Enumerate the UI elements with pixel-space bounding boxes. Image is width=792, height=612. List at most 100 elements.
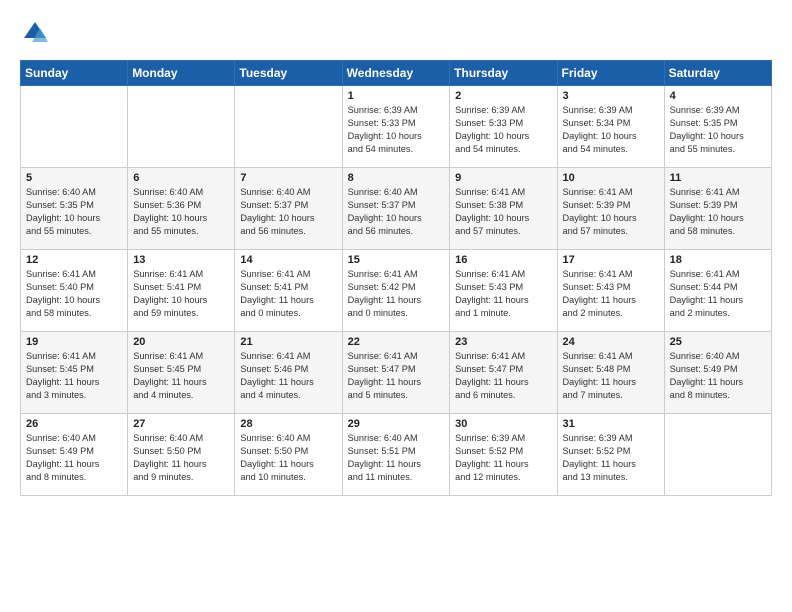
weekday-header-row: SundayMondayTuesdayWednesdayThursdayFrid… [21, 61, 772, 86]
day-info: Sunrise: 6:40 AM Sunset: 5:49 PM Dayligh… [670, 350, 766, 402]
day-number: 21 [240, 336, 336, 348]
calendar-cell: 10 Sunrise: 6:41 AM Sunset: 5:39 PM Dayli… [557, 168, 664, 250]
calendar-week-2: 5Sunrise: 6:40 AM Sunset: 5:35 PM Daylig… [21, 168, 772, 250]
weekday-header-saturday: Saturday [664, 61, 771, 86]
weekday-header-wednesday: Wednesday [342, 61, 450, 86]
weekday-header-tuesday: Tuesday [235, 61, 342, 86]
day-number: 16 [455, 254, 551, 266]
day-info: Sunrise: 6:40 AM Sunset: 5:49 PM Dayligh… [26, 432, 122, 484]
page: SundayMondayTuesdayWednesdayThursdayFrid… [0, 0, 792, 506]
day-number: 17 [563, 254, 659, 266]
calendar-cell: 12Sunrise: 6:41 AM Sunset: 5:40 PM Dayli… [21, 250, 128, 332]
day-number: 14 [240, 254, 336, 266]
day-number: 15 [348, 254, 445, 266]
day-number: 10 [563, 172, 659, 184]
day-info: Sunrise: 6:40 AM Sunset: 5:35 PM Dayligh… [26, 186, 122, 238]
calendar-cell: 21 Sunrise: 6:41 AM Sunset: 5:46 PM Dayli… [235, 332, 342, 414]
day-number: 24 [563, 336, 659, 348]
day-info: Sunrise: 6:40 AM Sunset: 5:50 PM Dayligh… [240, 432, 336, 484]
day-info: Sunrise: 6:41 AM Sunset: 5:45 PM Dayligh… [26, 350, 122, 402]
day-number: 26 [26, 418, 122, 430]
calendar-cell: 30 Sunrise: 6:39 AM Sunset: 5:52 PM Dayli… [450, 414, 557, 496]
day-number: 18 [670, 254, 766, 266]
calendar-cell: 28 Sunrise: 6:40 AM Sunset: 5:50 PM Dayli… [235, 414, 342, 496]
day-number: 6 [133, 172, 229, 184]
day-info: Sunrise: 6:41 AM Sunset: 5:43 PM Dayligh… [563, 268, 659, 320]
day-number: 3 [563, 90, 659, 102]
day-info: Sunrise: 6:41 AM Sunset: 5:44 PM Dayligh… [670, 268, 766, 320]
day-number: 27 [133, 418, 229, 430]
calendar-cell: 2 Sunrise: 6:39 AM Sunset: 5:33 PM Daylig… [450, 86, 557, 168]
calendar-cell: 31Sunrise: 6:39 AM Sunset: 5:52 PM Dayli… [557, 414, 664, 496]
day-number: 22 [348, 336, 445, 348]
weekday-header-monday: Monday [128, 61, 235, 86]
day-number: 19 [26, 336, 122, 348]
weekday-header-thursday: Thursday [450, 61, 557, 86]
calendar-cell: 15Sunrise: 6:41 AM Sunset: 5:42 PM Dayli… [342, 250, 450, 332]
day-number: 23 [455, 336, 551, 348]
calendar-cell [664, 414, 771, 496]
calendar-cell: 18 Sunrise: 6:41 AM Sunset: 5:44 PM Dayli… [664, 250, 771, 332]
day-number: 28 [240, 418, 336, 430]
day-info: Sunrise: 6:39 AM Sunset: 5:35 PM Dayligh… [670, 104, 766, 156]
header [20, 18, 772, 48]
day-info: Sunrise: 6:41 AM Sunset: 5:47 PM Dayligh… [348, 350, 445, 402]
day-info: Sunrise: 6:39 AM Sunset: 5:34 PM Dayligh… [563, 104, 659, 156]
calendar-cell: 26 Sunrise: 6:40 AM Sunset: 5:49 PM Dayli… [21, 414, 128, 496]
logo [20, 18, 54, 48]
calendar-week-5: 26 Sunrise: 6:40 AM Sunset: 5:49 PM Dayli… [21, 414, 772, 496]
day-info: Sunrise: 6:41 AM Sunset: 5:38 PM Dayligh… [455, 186, 551, 238]
calendar-cell: 11 Sunrise: 6:41 AM Sunset: 5:39 PM Dayli… [664, 168, 771, 250]
calendar-cell: 4 Sunrise: 6:39 AM Sunset: 5:35 PM Daylig… [664, 86, 771, 168]
calendar-table: SundayMondayTuesdayWednesdayThursdayFrid… [20, 60, 772, 496]
day-number: 30 [455, 418, 551, 430]
calendar-cell: 29 Sunrise: 6:40 AM Sunset: 5:51 PM Dayli… [342, 414, 450, 496]
calendar-cell: 23 Sunrise: 6:41 AM Sunset: 5:47 PM Dayli… [450, 332, 557, 414]
day-info: Sunrise: 6:40 AM Sunset: 5:51 PM Dayligh… [348, 432, 445, 484]
day-info: Sunrise: 6:41 AM Sunset: 5:48 PM Dayligh… [563, 350, 659, 402]
day-number: 9 [455, 172, 551, 184]
day-info: Sunrise: 6:41 AM Sunset: 5:45 PM Dayligh… [133, 350, 229, 402]
day-info: Sunrise: 6:41 AM Sunset: 5:39 PM Dayligh… [563, 186, 659, 238]
calendar-cell: 19 Sunrise: 6:41 AM Sunset: 5:45 PM Dayli… [21, 332, 128, 414]
day-info: Sunrise: 6:40 AM Sunset: 5:37 PM Dayligh… [240, 186, 336, 238]
day-info: Sunrise: 6:40 AM Sunset: 5:37 PM Dayligh… [348, 186, 445, 238]
calendar-cell [128, 86, 235, 168]
day-number: 7 [240, 172, 336, 184]
day-number: 13 [133, 254, 229, 266]
calendar-week-1: 1 Sunrise: 6:39 AM Sunset: 5:33 PM Daylig… [21, 86, 772, 168]
day-number: 29 [348, 418, 445, 430]
day-info: Sunrise: 6:41 AM Sunset: 5:41 PM Dayligh… [133, 268, 229, 320]
calendar-week-4: 19 Sunrise: 6:41 AM Sunset: 5:45 PM Dayli… [21, 332, 772, 414]
day-number: 12 [26, 254, 122, 266]
day-number: 8 [348, 172, 445, 184]
day-info: Sunrise: 6:39 AM Sunset: 5:52 PM Dayligh… [455, 432, 551, 484]
day-info: Sunrise: 6:41 AM Sunset: 5:43 PM Dayligh… [455, 268, 551, 320]
calendar-cell: 22 Sunrise: 6:41 AM Sunset: 5:47 PM Dayli… [342, 332, 450, 414]
day-info: Sunrise: 6:39 AM Sunset: 5:33 PM Dayligh… [348, 104, 445, 156]
calendar-cell: 8 Sunrise: 6:40 AM Sunset: 5:37 PM Daylig… [342, 168, 450, 250]
calendar-cell: 17 Sunrise: 6:41 AM Sunset: 5:43 PM Dayli… [557, 250, 664, 332]
day-info: Sunrise: 6:41 AM Sunset: 5:46 PM Dayligh… [240, 350, 336, 402]
day-number: 25 [670, 336, 766, 348]
day-info: Sunrise: 6:41 AM Sunset: 5:47 PM Dayligh… [455, 350, 551, 402]
calendar-cell: 7 Sunrise: 6:40 AM Sunset: 5:37 PM Daylig… [235, 168, 342, 250]
calendar-cell [21, 86, 128, 168]
calendar-cell: 1 Sunrise: 6:39 AM Sunset: 5:33 PM Daylig… [342, 86, 450, 168]
weekday-header-friday: Friday [557, 61, 664, 86]
day-info: Sunrise: 6:41 AM Sunset: 5:41 PM Dayligh… [240, 268, 336, 320]
calendar-cell: 24 Sunrise: 6:41 AM Sunset: 5:48 PM Dayli… [557, 332, 664, 414]
logo-icon [20, 18, 50, 48]
day-number: 1 [348, 90, 445, 102]
day-number: 4 [670, 90, 766, 102]
calendar-cell: 3 Sunrise: 6:39 AM Sunset: 5:34 PM Daylig… [557, 86, 664, 168]
calendar-cell: 13 Sunrise: 6:41 AM Sunset: 5:41 PM Dayli… [128, 250, 235, 332]
day-info: Sunrise: 6:39 AM Sunset: 5:33 PM Dayligh… [455, 104, 551, 156]
day-number: 31 [563, 418, 659, 430]
calendar-cell: 16 Sunrise: 6:41 AM Sunset: 5:43 PM Dayli… [450, 250, 557, 332]
weekday-header-sunday: Sunday [21, 61, 128, 86]
calendar-cell: 9 Sunrise: 6:41 AM Sunset: 5:38 PM Daylig… [450, 168, 557, 250]
day-info: Sunrise: 6:41 AM Sunset: 5:39 PM Dayligh… [670, 186, 766, 238]
day-number: 2 [455, 90, 551, 102]
day-number: 11 [670, 172, 766, 184]
